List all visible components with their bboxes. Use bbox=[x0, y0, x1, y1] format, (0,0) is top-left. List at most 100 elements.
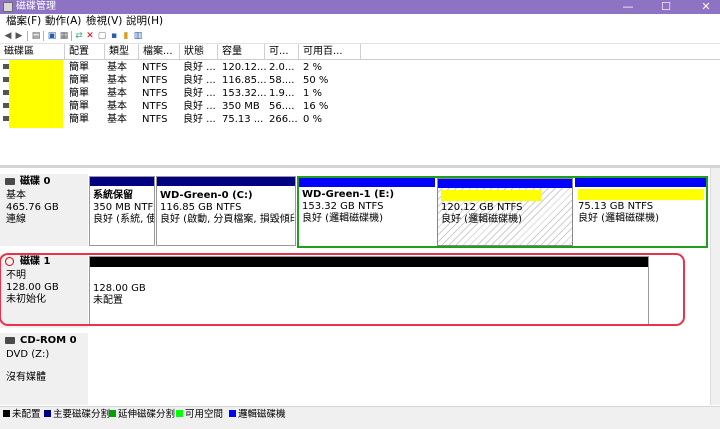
table-row[interactable]: 簡單 基本 NTFS 良好 ... 75.13 ... 266... 0 % bbox=[0, 113, 720, 126]
volume-type: 基本 bbox=[107, 75, 127, 86]
volume-layout: 簡單 bbox=[69, 114, 89, 125]
disk-status: 沒有媒體 bbox=[6, 372, 46, 383]
forward-icon[interactable]: ▶ bbox=[13, 30, 25, 42]
col-status[interactable]: 狀態 bbox=[180, 44, 218, 59]
volume-free: 58.... bbox=[269, 75, 295, 86]
volume-capacity: 120.12... bbox=[222, 62, 267, 73]
disk-type: DVD (Z:) bbox=[6, 349, 50, 360]
volume-fs: NTFS bbox=[142, 88, 168, 99]
volume-layout: 簡單 bbox=[69, 75, 89, 86]
volume-free-pct: 0 % bbox=[303, 114, 323, 125]
title-bar: 磁碟管理 — ☐ ✕ bbox=[0, 0, 720, 14]
partition-size: 120.12 GB NTFS bbox=[441, 202, 523, 213]
volume-layout: 簡單 bbox=[69, 62, 89, 73]
disk-name: CD-ROM 0 bbox=[20, 335, 77, 346]
partition-status: 良好 (邏輯磁碟機) bbox=[302, 213, 383, 224]
volume-fs: NTFS bbox=[142, 62, 168, 73]
legend-swatch bbox=[229, 410, 236, 417]
menu-bar: 檔案(F) 動作(A) 檢視(V) 說明(H) bbox=[0, 14, 720, 29]
partition-system-reserved[interactable]: 系統保留 350 MB NTFS 良好 (系統, 使月 bbox=[89, 176, 155, 246]
disk-0-label[interactable]: 磁碟 0 基本 465.76 GB 連線 bbox=[0, 174, 88, 246]
export-icon[interactable]: ▪ bbox=[108, 30, 120, 42]
legend-item: 延伸磁碟分割 bbox=[109, 409, 175, 420]
close-button[interactable]: ✕ bbox=[696, 0, 716, 14]
redaction-mask bbox=[578, 189, 704, 200]
disk-map: 磁碟 0 基本 465.76 GB 連線 系統保留 350 MB NTFS 良好… bbox=[0, 168, 720, 405]
legend-item: 未配置 bbox=[3, 409, 41, 420]
volume-free: 56.... bbox=[269, 101, 295, 112]
partition-size: 116.85 GB NTFS bbox=[160, 202, 242, 213]
vertical-scrollbar[interactable] bbox=[710, 168, 720, 405]
volume-fs: NTFS bbox=[142, 101, 168, 112]
partition-size: 153.32 GB NTFS bbox=[302, 201, 384, 212]
legend-item: 主要磁碟分割 bbox=[44, 409, 110, 420]
disk-type: 基本 bbox=[6, 190, 26, 201]
volume-free-pct: 2 % bbox=[303, 62, 323, 73]
partition-c[interactable]: WD-Green-0 (C:) 116.85 GB NTFS 良好 (啟動, 分… bbox=[156, 176, 296, 246]
partition-unallocated[interactable]: 128.00 GB 未配置 bbox=[89, 256, 649, 326]
volume-status: 良好 ... bbox=[183, 88, 216, 99]
settings-icon[interactable]: ▥ bbox=[132, 30, 144, 42]
extend-icon[interactable]: ▮ bbox=[120, 30, 132, 42]
partition-logical-2[interactable]: 75.13 GB NTFS 良好 (邏輯磁碟機) bbox=[575, 178, 706, 246]
volume-status: 良好 ... bbox=[183, 75, 216, 86]
legend-item: 可用空間 bbox=[176, 409, 223, 420]
col-type[interactable]: 類型 bbox=[105, 44, 139, 59]
partition-name: 系統保留 bbox=[93, 190, 133, 201]
col-volume[interactable]: 磁碟區 bbox=[0, 44, 65, 59]
legend-item: 邏輯磁碟機 bbox=[229, 409, 286, 420]
minimize-button[interactable]: — bbox=[618, 0, 638, 14]
partition-name: WD-Green-0 (C:) bbox=[160, 190, 253, 201]
volume-type: 基本 bbox=[107, 62, 127, 73]
volume-status: 良好 ... bbox=[183, 62, 216, 73]
menu-action[interactable]: 動作(A) bbox=[45, 14, 81, 29]
table-row[interactable]: 簡單 基本 NTFS 良好 ... 350 MB 56.... 16 % bbox=[0, 100, 720, 113]
status-bar bbox=[0, 420, 720, 429]
volume-capacity: 350 MB bbox=[222, 101, 260, 112]
cdrom-0-label[interactable]: CD-ROM 0 DVD (Z:) 沒有媒體 bbox=[0, 333, 88, 405]
col-filesystem[interactable]: 檔案... bbox=[139, 44, 180, 59]
partition-status: 良好 (系統, 使月 bbox=[93, 214, 154, 225]
help-icon[interactable]: ▣ bbox=[46, 30, 58, 42]
volume-type: 基本 bbox=[107, 114, 127, 125]
disk-name: 磁碟 0 bbox=[20, 176, 51, 187]
legend-swatch bbox=[44, 410, 51, 417]
table-row[interactable]: 簡單 基本 NTFS 良好 ... 120.12... 2.0... 2 % bbox=[0, 61, 720, 74]
table-row[interactable]: 簡單 基本 NTFS 良好 ... 153.32... 1.9... 1 % bbox=[0, 87, 720, 100]
properties-icon[interactable]: ▦ bbox=[58, 30, 70, 42]
table-row[interactable]: 簡單 基本 NTFS 良好 ... 116.85... 58.... 50 % bbox=[0, 74, 720, 87]
menu-view[interactable]: 檢視(V) bbox=[86, 14, 122, 29]
volume-type: 基本 bbox=[107, 88, 127, 99]
volume-capacity: 153.32... bbox=[222, 88, 267, 99]
partition-size: 75.13 GB NTFS bbox=[578, 201, 654, 212]
col-layout[interactable]: 配置 bbox=[65, 44, 105, 59]
disk-name: 磁碟 1 bbox=[20, 256, 51, 267]
volume-type: 基本 bbox=[107, 101, 127, 112]
volume-free: 2.0... bbox=[269, 62, 295, 73]
partition-name: WD-Green-1 (E:) bbox=[302, 189, 395, 200]
volume-free-pct: 50 % bbox=[303, 75, 329, 86]
col-capacity[interactable]: 容量 bbox=[218, 44, 265, 59]
partition-e[interactable]: WD-Green-1 (E:) 153.32 GB NTFS 良好 (邏輯磁碟機… bbox=[299, 178, 435, 246]
disk-1-label[interactable]: 磁碟 1 不明 128.00 GB 未初始化 bbox=[0, 254, 88, 328]
volume-fs: NTFS bbox=[142, 114, 168, 125]
disk-status: 連線 bbox=[6, 214, 26, 225]
col-free[interactable]: 可... bbox=[265, 44, 299, 59]
legend-swatch bbox=[3, 410, 10, 417]
delete-icon[interactable]: ✕ bbox=[84, 30, 96, 42]
refresh-icon[interactable]: ▢ bbox=[96, 30, 108, 42]
menu-help[interactable]: 說明(H) bbox=[126, 14, 163, 29]
maximize-button[interactable]: ☐ bbox=[656, 0, 676, 14]
disk-status: 未初始化 bbox=[6, 294, 46, 305]
partition-logical-1[interactable]: 120.12 GB NTFS 良好 (邏輯磁碟機) bbox=[437, 178, 573, 246]
redaction-mask bbox=[441, 190, 541, 201]
partition-status: 良好 (邏輯磁碟機) bbox=[578, 213, 659, 224]
disk-size: 128.00 GB bbox=[6, 282, 59, 293]
menu-file[interactable]: 檔案(F) bbox=[6, 14, 41, 29]
window-title: 磁碟管理 bbox=[16, 1, 56, 12]
disk-type: 不明 bbox=[6, 270, 26, 281]
col-free-pct[interactable]: 可用百... bbox=[299, 44, 361, 59]
volume-layout: 簡單 bbox=[69, 101, 89, 112]
volume-layout: 簡單 bbox=[69, 88, 89, 99]
console-tree-icon[interactable]: ▤ bbox=[30, 30, 42, 42]
